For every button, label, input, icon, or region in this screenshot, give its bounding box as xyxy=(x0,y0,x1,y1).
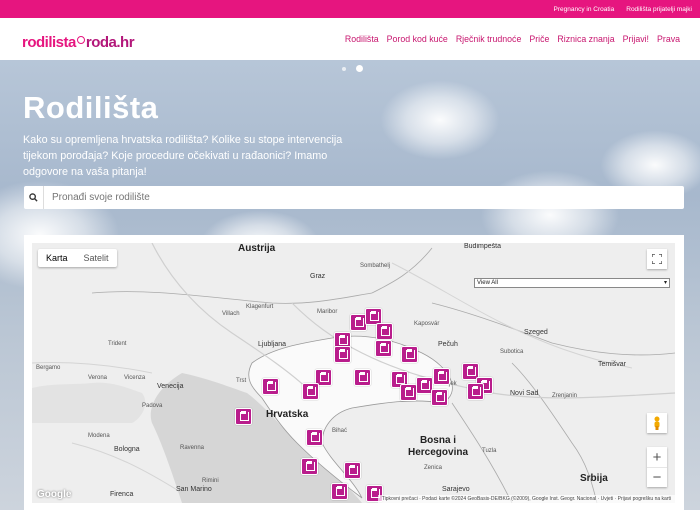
topbar-link-pregnancy[interactable]: Pregnancy in Croatia xyxy=(554,6,615,13)
pegman-icon xyxy=(654,416,660,430)
view-all-select[interactable]: View All ▾ xyxy=(474,278,670,288)
hospital-marker[interactable] xyxy=(306,429,323,446)
page-title: Rodilišta xyxy=(23,90,159,125)
nav-item-rodilista[interactable]: Rodilišta xyxy=(345,34,379,44)
hospital-marker[interactable] xyxy=(301,458,318,475)
search-input[interactable] xyxy=(44,187,684,208)
zoom-out-button[interactable]: − xyxy=(647,467,667,487)
map-label-city: Villach xyxy=(222,311,240,317)
map-label-city: Ljubljana xyxy=(258,341,287,348)
feather-decoration xyxy=(380,80,500,160)
hero-description: Kako su opremljena hrvatska rodilišta? K… xyxy=(23,134,343,178)
site-logo[interactable]: rodilista roda.hr xyxy=(22,28,135,51)
nav-menu: Rodilišta Porod kod kuće Rječnik trudnoć… xyxy=(345,34,680,44)
top-bar: Pregnancy in Croatia Rodilišta prijatelj… xyxy=(0,0,700,18)
nav-item-riznica[interactable]: Riznica znanja xyxy=(557,34,614,44)
map-label-city: Sombathelj xyxy=(360,263,391,269)
map-label-city: Rimini xyxy=(202,478,219,484)
hospital-marker[interactable] xyxy=(235,408,252,425)
hospital-marker[interactable] xyxy=(344,462,361,479)
street-view-pegman[interactable] xyxy=(647,413,667,433)
map-label-city: Novi Sad xyxy=(510,390,539,397)
hospital-marker[interactable] xyxy=(334,346,351,363)
fullscreen-icon xyxy=(652,254,662,264)
map-label-city: Zrenjanin xyxy=(552,393,578,399)
hospital-marker[interactable] xyxy=(262,378,279,395)
logo-part-1: rodilista xyxy=(22,34,76,51)
map-label-city: Bihać xyxy=(332,428,348,434)
nav-item-prava[interactable]: Prava xyxy=(657,34,680,44)
nav-item-price[interactable]: Priče xyxy=(529,34,549,44)
hospital-marker[interactable] xyxy=(431,389,448,406)
map-label-city: Modena xyxy=(88,433,110,439)
map-label-city: Verona xyxy=(88,375,108,381)
map-label-city: Pečuh xyxy=(438,341,458,348)
map-label-city: Szeged xyxy=(524,329,548,336)
hospital-marker[interactable] xyxy=(375,340,392,357)
map-attribution[interactable]: Tipkovni prečaci · Podaci karte ©2024 Ge… xyxy=(377,495,675,503)
zoom-controls: + − xyxy=(647,447,667,487)
hospital-marker[interactable] xyxy=(401,346,418,363)
hospitals-map[interactable]: Austrija Hrvatska Bosna i Hercegovina Sr… xyxy=(32,243,675,503)
main-nav: rodilista roda.hr Rodilišta Porod kod ku… xyxy=(0,18,700,60)
nav-item-rjecnik[interactable]: Rječnik trudnoće xyxy=(456,34,522,44)
carousel-dots xyxy=(342,65,363,72)
hospital-marker[interactable] xyxy=(302,383,319,400)
map-label-country: Srbija xyxy=(580,473,608,484)
hospital-marker[interactable] xyxy=(331,483,348,500)
hospital-marker[interactable] xyxy=(354,369,371,386)
view-select-value: View All xyxy=(477,280,498,286)
map-label-city: Trst xyxy=(236,378,247,384)
map-label-city: Sarajevo xyxy=(442,486,470,493)
logo-part-2: roda.hr xyxy=(85,34,135,51)
heart-icon xyxy=(76,36,85,44)
hero-section: Rodilišta Kako su opremljena hrvatska ro… xyxy=(0,60,700,510)
map-label-city: Maribor xyxy=(317,309,338,315)
zoom-in-button[interactable]: + xyxy=(647,447,667,467)
hospital-marker[interactable] xyxy=(400,384,417,401)
topbar-link-friendly-hospitals[interactable]: Rodilišta prijatelji majki xyxy=(626,6,692,13)
map-type-toggle: Karta Satelit xyxy=(38,249,117,267)
map-label-country: Austrija xyxy=(238,243,276,254)
map-type-satelit[interactable]: Satelit xyxy=(76,249,117,267)
map-label-city: Zenica xyxy=(424,465,443,471)
map-label-city: Vicenza xyxy=(124,375,146,381)
map-label-city: Ravenna xyxy=(180,445,205,451)
map-label-city: Padova xyxy=(142,403,163,409)
map-type-karta[interactable]: Karta xyxy=(38,249,76,267)
fullscreen-button[interactable] xyxy=(647,249,667,269)
map-label-city: Graz xyxy=(310,273,326,280)
map-label-city: Tuzla xyxy=(482,448,497,454)
map-label-city: Venecija xyxy=(157,383,184,390)
chevron-down-icon: ▾ xyxy=(663,280,667,286)
google-logo: Google xyxy=(37,489,72,500)
search-icon[interactable] xyxy=(24,186,44,209)
map-label-country: Bosna i Hercegovina xyxy=(408,435,469,458)
carousel-dot-active[interactable] xyxy=(356,65,363,72)
map-label-city: Klagenfurt xyxy=(246,304,274,310)
map-label-city: Bologna xyxy=(114,446,140,453)
nav-item-porod-kod-kuce[interactable]: Porod kod kuće xyxy=(387,34,448,44)
hospital-marker[interactable] xyxy=(467,383,484,400)
map-card: Austrija Hrvatska Bosna i Hercegovina Sr… xyxy=(24,235,684,510)
nav-item-prijavi[interactable]: Prijavi! xyxy=(623,34,649,44)
map-label-city: Budimpešta xyxy=(464,243,501,250)
search-bar xyxy=(24,186,684,209)
hospital-marker[interactable] xyxy=(433,368,450,385)
map-label-city: Firenca xyxy=(110,491,134,498)
hospital-marker[interactable] xyxy=(376,323,393,340)
carousel-dot[interactable] xyxy=(342,66,346,71)
map-label-city: Trident xyxy=(108,341,127,347)
map-label-city: Kaposvár xyxy=(414,321,440,327)
map-label-city: Temišvar xyxy=(598,361,627,368)
map-label-city: Bergamo xyxy=(36,365,61,371)
map-label-country: Hrvatska xyxy=(266,409,309,420)
map-label-city: San Marino xyxy=(176,486,212,493)
map-label-city: Subotica xyxy=(500,349,524,355)
